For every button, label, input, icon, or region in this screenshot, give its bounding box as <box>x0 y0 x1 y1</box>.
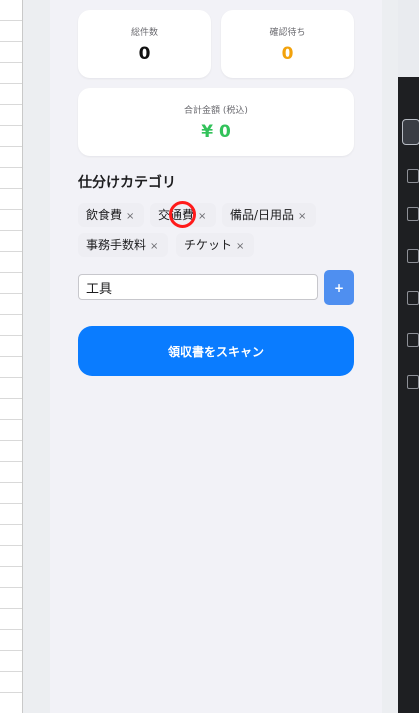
new-category-input[interactable] <box>78 274 318 300</box>
panel-icon[interactable] <box>407 333 419 347</box>
total-amount-label: 合計金額 (税込) <box>184 106 248 116</box>
category-chip-label: 交通費 <box>158 208 195 222</box>
panel-gutter-right <box>382 0 398 713</box>
pending-count-card: 確認待ち 0 <box>221 10 354 78</box>
debug-icon[interactable] <box>407 249 419 263</box>
category-chip-label: チケット <box>184 238 233 252</box>
add-category-button[interactable]: + <box>324 270 354 305</box>
chip-remove-icon[interactable]: × <box>198 205 206 229</box>
total-amount-value: ¥ 0 <box>201 122 231 142</box>
category-chip: 交通費 × <box>150 203 216 227</box>
total-count-value: 0 <box>138 44 151 64</box>
side-toolbar <box>398 77 419 713</box>
scan-receipt-button[interactable]: 領収書をスキャン <box>78 326 354 376</box>
total-count-card: 総件数 0 <box>78 10 211 78</box>
total-amount-card: 合計金額 (税込) ¥ 0 <box>78 88 354 156</box>
category-chip: 飲食費 × <box>78 203 144 227</box>
search-icon[interactable] <box>407 169 419 183</box>
copy-icon[interactable] <box>402 119 419 145</box>
category-section-title: 仕分けカテゴリ <box>78 175 176 191</box>
flask-icon[interactable] <box>407 375 419 389</box>
category-chip: 事務手数料 × <box>78 233 168 257</box>
monitor-icon[interactable] <box>407 291 419 305</box>
receipt-panel: 総件数 0 確認待ち 0 合計金額 (税込) ¥ 0 仕分けカテゴリ 飲食費 × … <box>50 0 382 713</box>
pending-count-value: 0 <box>281 44 294 64</box>
category-chip-label: 備品/日用品 <box>230 208 295 222</box>
pending-count-label: 確認待ち <box>269 28 306 38</box>
chip-remove-icon[interactable]: × <box>126 205 134 229</box>
chip-remove-icon[interactable]: × <box>150 235 158 259</box>
branch-icon[interactable] <box>407 207 419 221</box>
panel-gutter <box>23 0 50 713</box>
chip-remove-icon[interactable]: × <box>298 205 306 229</box>
category-chip: チケット × <box>176 233 254 257</box>
chip-remove-icon[interactable]: × <box>236 235 244 259</box>
category-chip-label: 飲食費 <box>86 208 123 222</box>
total-count-label: 総件数 <box>130 28 158 38</box>
spreadsheet-background <box>0 0 23 713</box>
category-chip: 備品/日用品 × <box>222 203 316 227</box>
category-chip-label: 事務手数料 <box>86 238 147 252</box>
